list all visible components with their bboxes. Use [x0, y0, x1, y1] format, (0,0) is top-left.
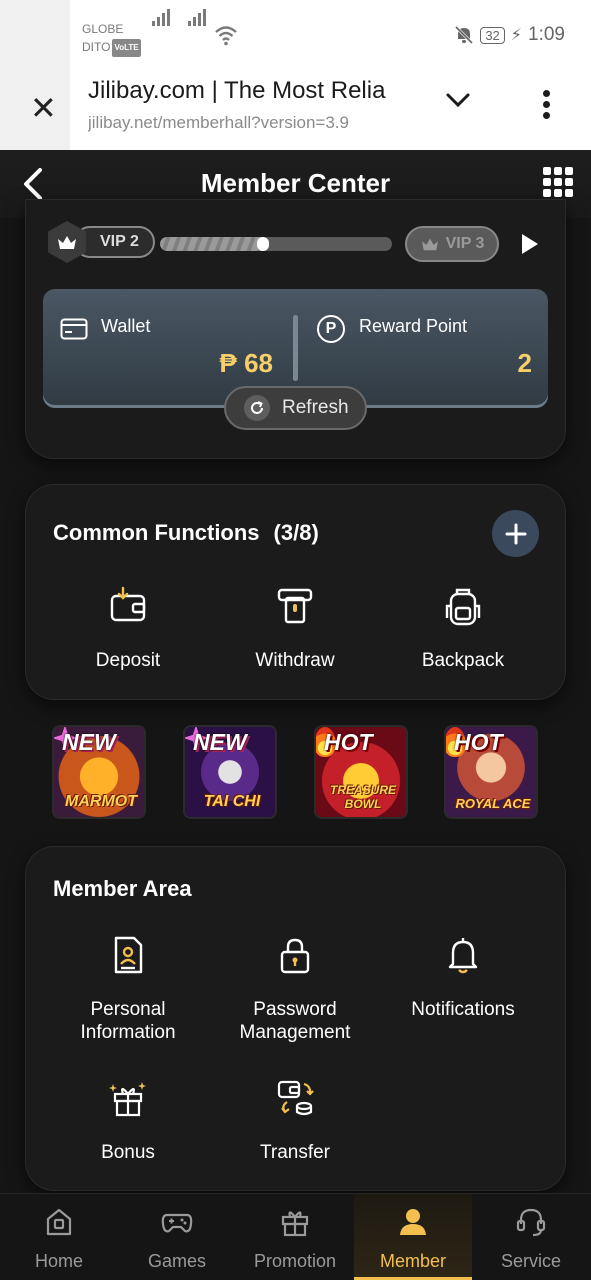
refresh-icon	[244, 395, 270, 421]
promo-badge: NEW	[62, 729, 116, 755]
notifications-label: Notifications	[411, 999, 515, 1020]
bell-icon	[448, 938, 478, 974]
close-icon[interactable]: ✕	[30, 92, 57, 124]
password-management-label: Password Management	[239, 999, 351, 1043]
transfer-label: Transfer	[259, 1142, 331, 1163]
promo-tile[interactable]: HOT TREASURE BOWL	[314, 725, 408, 819]
crown-icon	[58, 236, 76, 249]
bell-muted-icon	[455, 25, 474, 45]
common-functions-count: (3/8)	[273, 520, 319, 545]
promo-badge: HOT	[324, 729, 373, 755]
page-title: Member Center	[200, 168, 391, 198]
more-vert-icon[interactable]	[540, 90, 552, 123]
crown-icon	[421, 238, 438, 251]
deposit-button[interactable]: Deposit	[53, 586, 203, 672]
deposit-icon	[110, 586, 146, 622]
add-function-button[interactable]	[492, 510, 539, 557]
nav-service-label: Service	[500, 1251, 562, 1271]
lock-icon	[280, 938, 310, 974]
vip-next-label: VIP 3	[445, 235, 485, 252]
promo-name: MARMOT	[65, 793, 137, 810]
refresh-button[interactable]: Refresh	[224, 386, 367, 430]
nav-home-label: Home	[34, 1251, 83, 1271]
promo-tile[interactable]: HOT ROYAL ACE	[444, 725, 538, 819]
gamepad-icon	[161, 1213, 193, 1233]
nav-promotion[interactable]: Promotion	[236, 1194, 354, 1280]
nav-games[interactable]: Games	[118, 1194, 236, 1280]
promo-badge: NEW	[193, 729, 247, 755]
nav-home[interactable]: Home	[0, 1194, 118, 1280]
gift-icon	[109, 1082, 146, 1117]
transfer-icon	[277, 1080, 314, 1116]
promo-badge: HOT	[454, 729, 503, 755]
reward-point-label: Reward Point	[359, 316, 468, 336]
promo-name: TAI CHI	[203, 793, 261, 810]
gift-icon	[281, 1211, 309, 1237]
volte-badge: VoLTE	[112, 38, 141, 57]
personal-info-icon	[114, 936, 143, 974]
bottom-navigation: Home Games Promotion Member Service	[0, 1193, 591, 1280]
vip-current-badge: VIP 2	[46, 221, 155, 263]
system-status-bar: GLOBE DITO VoLTE 32 ⚡ 1:09	[0, 0, 591, 150]
common-functions-title: Common Functions (3/8)	[53, 520, 319, 545]
home-icon	[46, 1208, 72, 1236]
vip-progress-fill	[160, 237, 270, 251]
notifications-button[interactable]: Notifications	[388, 935, 538, 1021]
nav-games-label: Games	[147, 1251, 207, 1271]
browser-toolbar: ✕ Jilibay.com | The Most Relia jilibay.n…	[0, 70, 591, 150]
plus-icon	[505, 523, 526, 544]
withdraw-button[interactable]: Withdraw	[220, 586, 370, 672]
promo-tile[interactable]: NEW TAI CHI	[183, 725, 277, 819]
nav-member[interactable]: Member	[354, 1194, 472, 1280]
password-management-button[interactable]: Password Management	[220, 935, 370, 1044]
reward-point-value: 2	[517, 348, 532, 378]
refresh-label: Refresh	[282, 397, 349, 418]
bonus-label: Bonus	[101, 1142, 155, 1163]
vip-progress-bar	[160, 237, 392, 251]
chevron-down-icon[interactable]	[444, 86, 472, 114]
headset-icon	[516, 1208, 546, 1237]
charging-icon: ⚡	[510, 27, 523, 44]
vip-current-label: VIP 2	[74, 226, 155, 258]
nav-member-label: Member	[379, 1251, 446, 1271]
promo-tile[interactable]: NEW MARMOT	[52, 725, 146, 819]
withdraw-label: Withdraw	[255, 650, 335, 671]
backpack-icon	[445, 588, 481, 626]
personal-information-label: Personal Information	[80, 999, 176, 1043]
wallet-label: Wallet	[101, 316, 151, 336]
wallet-amount: ₱ 68	[219, 348, 274, 378]
withdraw-icon	[277, 588, 313, 624]
vip-next-badge: VIP 3	[405, 226, 499, 262]
carrier-label: GLOBE DITO VoLTE	[82, 20, 141, 57]
nav-service[interactable]: Service	[472, 1194, 590, 1280]
balance-divider	[293, 315, 298, 381]
reward-point-icon: P	[317, 315, 345, 343]
backpack-button[interactable]: Backpack	[388, 586, 538, 672]
user-icon	[400, 1209, 426, 1235]
personal-information-button[interactable]: Personal Information	[53, 935, 203, 1044]
wifi-icon	[215, 26, 237, 46]
deposit-label: Deposit	[95, 650, 161, 671]
nav-promotion-label: Promotion	[253, 1251, 337, 1271]
bonus-button[interactable]: Bonus	[53, 1078, 203, 1164]
page-tab-title: Jilibay.com | The Most Relia	[88, 77, 386, 104]
promo-name: ROYAL ACE	[455, 796, 531, 811]
member-area-title: Member Area	[53, 876, 192, 901]
grid-icon[interactable]	[543, 167, 573, 197]
clock: 1:09	[528, 24, 565, 45]
play-icon[interactable]	[522, 234, 538, 254]
url-field[interactable]: jilibay.net/memberhall?version=3.9	[88, 113, 413, 133]
battery-indicator: 32	[480, 26, 505, 44]
wallet-icon	[60, 318, 88, 340]
transfer-button[interactable]: Transfer	[220, 1078, 370, 1164]
backpack-label: Backpack	[421, 650, 505, 671]
promo-name: TREASURE BOWL	[329, 783, 396, 811]
